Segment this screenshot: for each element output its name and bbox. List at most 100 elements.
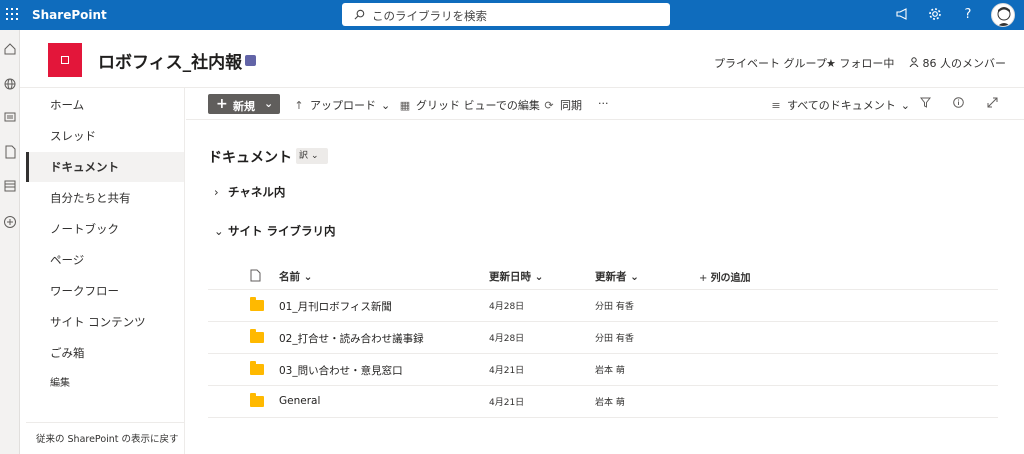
- gear-icon[interactable]: [927, 7, 943, 23]
- view-selector[interactable]: ≡ すべてのドキュメント ⌄: [770, 97, 910, 113]
- plus-icon: +: [699, 273, 711, 284]
- table-row[interactable]: 01_月刊ロボフィス新聞 4月28日 分田 有香: [208, 290, 998, 322]
- chevron-down-icon: ⌄: [214, 224, 224, 238]
- file-type-icon[interactable]: [250, 269, 261, 282]
- search-icon: [354, 9, 365, 20]
- sync-icon: ⟳: [544, 99, 554, 112]
- members-button[interactable]: 86 人のメンバー: [909, 55, 1006, 71]
- classic-view-link[interactable]: 従来の SharePoint の表示に戻す: [26, 422, 184, 445]
- person-icon: [909, 57, 919, 68]
- new-label: 新規: [233, 100, 255, 113]
- view-switcher[interactable]: 訳 ⌄: [296, 148, 328, 164]
- nav-item-workflow[interactable]: ワークフロー: [26, 276, 184, 306]
- chevron-down-icon: ⌄: [311, 151, 319, 161]
- grid-edit-label: グリッド ビューでの編集: [416, 99, 540, 112]
- main-content: ドキュメント 訳 ⌄ › チャネル内 ⌄ サイト ライブラリ内 名前 ⌄ 更新日時 ⌄…: [186, 120, 1024, 454]
- nav-item-threads[interactable]: スレッド: [26, 121, 184, 151]
- nav-item-notebook[interactable]: ノートブック: [26, 214, 184, 244]
- site-navigation: ホーム スレッド ドキュメント 自分たちと共有 ノートブック ページ ワークフロ…: [26, 88, 185, 454]
- chevron-down-icon: ⌄: [900, 99, 911, 112]
- expand-icon[interactable]: [987, 97, 998, 111]
- app-name[interactable]: SharePoint: [32, 8, 107, 22]
- nav-item-pages[interactable]: ページ: [26, 245, 184, 275]
- item-modified-by: 岩本 萌: [595, 366, 625, 376]
- news-icon[interactable]: [3, 110, 17, 124]
- group-header-site-library[interactable]: ⌄ サイト ライブラリ内: [214, 223, 336, 239]
- nav-item-home[interactable]: ホーム: [26, 90, 184, 120]
- nav-item-documents[interactable]: ドキュメント: [26, 152, 184, 182]
- home-icon[interactable]: [3, 42, 17, 56]
- teams-icon[interactable]: [245, 55, 256, 66]
- members-label: 86 人のメンバー: [922, 57, 1007, 70]
- column-header-modified-by[interactable]: 更新者 ⌄: [595, 269, 639, 284]
- folder-icon: [250, 329, 264, 343]
- view-label: すべてのドキュメント: [787, 99, 896, 112]
- chevron-right-icon: ›: [214, 185, 219, 199]
- nav-item-edit[interactable]: 編集: [26, 369, 184, 399]
- site-logo[interactable]: [48, 43, 82, 77]
- plus-icon: +: [216, 96, 228, 112]
- chevron-down-icon: ⌄: [630, 271, 639, 283]
- site-header: ロボフィス_社内報 プライベート グループ ★ フォロー中 86 人のメンバー: [20, 30, 1024, 88]
- suite-bar: SharePoint このライブラリを検索 ?: [0, 0, 1024, 30]
- filter-icon[interactable]: [919, 97, 932, 111]
- create-icon[interactable]: [3, 215, 17, 229]
- file-icon[interactable]: [3, 145, 17, 159]
- table-row[interactable]: 03_問い合わせ・意見窓口 4月21日 岩本 萌: [208, 354, 998, 386]
- follow-button[interactable]: ★ フォロー中: [826, 55, 894, 71]
- app-launcher-icon[interactable]: [6, 8, 18, 20]
- command-bar: + 新規 ⌄ ↑ アップロード ⌄ ▦ グリッド ビューでの編集 ⟳ 同期 ··· ≡ す…: [186, 88, 1024, 120]
- library-title: ドキュメント: [208, 150, 292, 166]
- item-modified: 4月28日: [489, 302, 525, 312]
- new-button[interactable]: + 新規 ⌄: [208, 94, 280, 114]
- item-modified-by: 分田 有香: [595, 302, 634, 312]
- info-icon[interactable]: [953, 97, 964, 111]
- sync-label: 同期: [560, 99, 582, 112]
- nav-item-recycle-bin[interactable]: ごみ箱: [26, 338, 184, 368]
- chevron-down-icon: ⌄: [381, 99, 391, 112]
- site-title[interactable]: ロボフィス_社内報: [98, 48, 242, 73]
- help-icon[interactable]: ?: [960, 7, 976, 23]
- upload-label: アップロード: [310, 99, 376, 112]
- column-header-name[interactable]: 名前 ⌄: [279, 269, 312, 284]
- folder-icon: [250, 297, 264, 311]
- group-label: サイト ライブラリ内: [228, 224, 336, 238]
- item-modified: 4月21日: [489, 398, 525, 408]
- view-badge: 訳: [299, 151, 309, 161]
- sync-button[interactable]: ⟳ 同期: [543, 97, 582, 113]
- list-icon[interactable]: [3, 179, 17, 193]
- folder-icon: [250, 393, 264, 407]
- add-column-button[interactable]: + 列の追加: [699, 269, 751, 284]
- chevron-down-icon: ⌄: [264, 97, 274, 110]
- item-name[interactable]: 03_問い合わせ・意見窓口: [279, 363, 403, 378]
- star-icon: ★: [826, 57, 836, 70]
- item-name[interactable]: 02_打合せ・読み合わせ議事録: [279, 331, 424, 346]
- chevron-down-icon: ⌄: [534, 271, 544, 283]
- table-row[interactable]: 02_打合せ・読み合わせ議事録 4月28日 分田 有香: [208, 322, 998, 354]
- search-box[interactable]: このライブラリを検索: [342, 3, 670, 26]
- column-header-modified[interactable]: 更新日時 ⌄: [489, 269, 543, 284]
- grid-edit-button[interactable]: ▦ グリッド ビューでの編集: [399, 97, 540, 113]
- group-header-channel[interactable]: › チャネル内: [214, 184, 285, 200]
- upload-icon: ↑: [294, 99, 304, 112]
- nav-item-site-contents[interactable]: サイト コンテンツ: [26, 307, 184, 337]
- group-label: チャネル内: [228, 185, 286, 199]
- grid-icon: ▦: [399, 99, 411, 112]
- table-row[interactable]: General 4月21日 岩本 萌: [208, 386, 998, 418]
- avatar[interactable]: [991, 3, 1015, 27]
- upload-button[interactable]: ↑ アップロード ⌄: [293, 97, 390, 113]
- item-modified: 4月28日: [489, 334, 525, 344]
- app-rail: [0, 30, 20, 454]
- view-lines-icon: ≡: [771, 99, 781, 112]
- follow-label: フォロー中: [839, 57, 895, 70]
- item-name[interactable]: General: [279, 395, 320, 407]
- more-button[interactable]: ···: [598, 97, 609, 110]
- privacy-label: プライベート グループ: [714, 57, 827, 70]
- globe-icon[interactable]: [3, 77, 17, 91]
- item-name[interactable]: 01_月刊ロボフィス新聞: [279, 299, 392, 314]
- megaphone-icon[interactable]: [894, 7, 910, 23]
- list-header: 名前 ⌄ 更新日時 ⌄ 更新者 ⌄ + 列の追加: [208, 264, 998, 290]
- nav-item-shared-with-us[interactable]: 自分たちと共有: [26, 183, 184, 213]
- item-modified-by: 分田 有香: [595, 334, 634, 344]
- folder-icon: [250, 361, 264, 375]
